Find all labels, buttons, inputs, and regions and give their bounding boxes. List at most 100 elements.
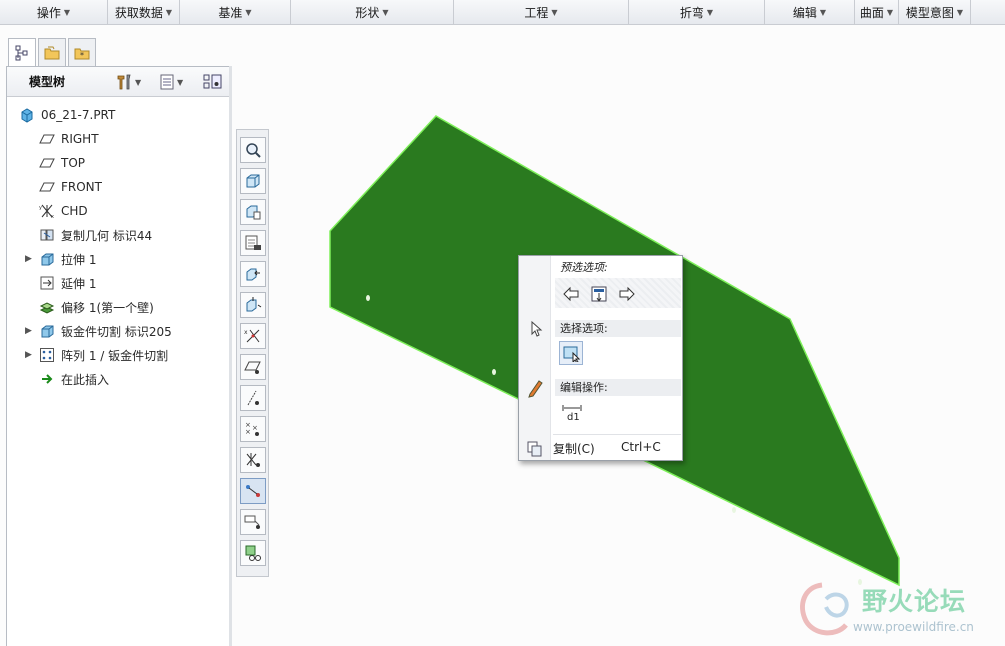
cube-view-icon (246, 174, 260, 188)
ribbon-group-surfaces[interactable]: 曲面 ▼ (855, 0, 899, 25)
ribbon-group-editing[interactable]: 编辑 ▼ (765, 0, 855, 25)
select-options-title: 选择选项: (555, 320, 681, 337)
svg-text:*: * (80, 51, 84, 60)
arrow-left-icon (563, 286, 579, 302)
datum-axis-display-icon (247, 390, 259, 406)
tab-model-tree[interactable] (8, 38, 36, 67)
tree-settings-button[interactable]: ▼ (115, 71, 141, 93)
datum-plane-display-icon (244, 361, 261, 374)
chevron-down-icon: ▼ (382, 8, 389, 17)
reorient-button[interactable] (240, 292, 266, 318)
sheetmetal-cut-icon (39, 323, 55, 339)
tree-node-label: 06_21-7.PRT (41, 108, 116, 122)
zoom-button[interactable] (240, 137, 266, 163)
ribbon-group-engineering[interactable]: 工程 ▼ (454, 0, 629, 25)
chevron-down-icon: ▼ (886, 8, 894, 17)
select-face-button[interactable] (559, 341, 583, 365)
annotation-visibility-icon (244, 515, 260, 529)
ribbon-group-get-data[interactable]: 获取数据 ▼ (108, 0, 180, 25)
layers-camera-icon (245, 235, 261, 250)
annotation-text-display-button[interactable] (240, 509, 266, 535)
tree-columns-icon (203, 74, 222, 89)
datum-plane-icon (39, 131, 55, 147)
layers-button[interactable] (240, 230, 266, 256)
tree-node-label: 偏移 1(第一个壁) (61, 300, 154, 315)
tab-folder-browser[interactable] (38, 38, 66, 66)
tree-node-label: TOP (61, 156, 86, 170)
expand-arrow-icon[interactable]: ▶ (25, 326, 32, 336)
svg-text:y: y (39, 205, 42, 211)
csys-display-button[interactable] (240, 447, 266, 473)
svg-text:×: × (245, 428, 251, 436)
ribbon-group-model-intent[interactable]: 模型意图 ▼ (899, 0, 971, 25)
chevron-down-icon: ▼ (165, 8, 173, 17)
appearance-button[interactable] (240, 540, 266, 566)
tree-node-pattern[interactable]: ▶ 阵列 1 / 钣金件切割 (7, 343, 231, 367)
spin-center-button[interactable]: x (240, 323, 266, 349)
saved-views-button[interactable] (240, 199, 266, 225)
tree-node-top[interactable]: TOP (7, 151, 231, 175)
tree-node-extend[interactable]: 延伸 1 (7, 271, 231, 295)
ribbon-group-bends[interactable]: 折弯 ▼ (629, 0, 765, 25)
bend-relief-mark (366, 295, 370, 301)
folder-browser-icon (44, 46, 60, 59)
model-tree-icon (15, 45, 28, 61)
select-pointer-icon (531, 320, 543, 337)
bend-relief-mark (492, 369, 496, 375)
tree-node-extrude[interactable]: ▶ 拉伸 1 (7, 247, 231, 271)
tree-node-right[interactable]: RIGHT (7, 127, 231, 151)
tree-filter-button[interactable] (203, 71, 223, 93)
tree-node-label: 阵列 1 / 钣金件切割 (61, 348, 169, 363)
expand-arrow-icon[interactable]: ▶ (25, 254, 32, 264)
chevron-down-icon: ▼ (135, 77, 142, 87)
pick-from-list-icon (591, 286, 607, 302)
ribbon-group-shapes[interactable]: 形状 ▼ (291, 0, 454, 25)
copy-shortcut: Ctrl+C (621, 440, 661, 454)
tree-node-label: 钣金件切割 标识205 (61, 324, 172, 339)
tree-node-label: 拉伸 1 (61, 252, 97, 267)
next-button[interactable] (615, 282, 639, 306)
tree-node-sheetmetal-cut[interactable]: ▶ 钣金件切割 标识205 (7, 319, 231, 343)
bend-relief-mark (732, 507, 736, 513)
navigator-tabs: * (8, 38, 96, 67)
svg-text:x: x (51, 214, 54, 219)
tools-icon (117, 74, 131, 90)
tree-node-front[interactable]: FRONT (7, 175, 231, 199)
ribbon-group-label: 曲面 (859, 6, 884, 20)
chevron-down-icon: ▼ (63, 8, 71, 17)
tree-show-button[interactable]: ▼ (159, 71, 183, 93)
annotation-display-button[interactable] (240, 478, 266, 504)
datum-points-display-button[interactable]: × × × (240, 416, 266, 442)
insert-here-arrow-icon (39, 371, 55, 387)
ribbon-group-operations[interactable]: 操作 ▼ (0, 0, 108, 25)
chevron-down-icon: ▼ (706, 8, 714, 17)
tree-node-insert-here[interactable]: 在此插入 (7, 367, 231, 391)
datum-planes-display-button[interactable] (240, 354, 266, 380)
svg-text:x: x (244, 329, 248, 336)
datum-axes-display-button[interactable] (240, 385, 266, 411)
copy-menu-item[interactable]: 复制(C) (553, 440, 595, 457)
repaint-button[interactable] (240, 261, 266, 287)
model-tree-header: 模型树 ▼ ▼ (7, 67, 229, 97)
extend-icon (39, 275, 55, 291)
previous-button[interactable] (559, 282, 583, 306)
ribbon-group-label: 操作 (36, 6, 61, 20)
tab-favorites[interactable]: * (68, 38, 96, 66)
appearance-gallery-icon (245, 545, 261, 561)
ribbon-group-datum[interactable]: 基准 ▼ (180, 0, 291, 25)
pick-from-list-button[interactable] (587, 282, 611, 306)
popup-icon-strip (519, 256, 551, 460)
tree-node-chd[interactable]: yx CHD (7, 199, 231, 223)
tree-node-label: 延伸 1 (61, 276, 97, 291)
coordinate-system-icon: yx (39, 203, 55, 219)
tree-node-copy-geometry[interactable]: 复制几何 标识44 (7, 223, 231, 247)
expand-arrow-icon[interactable]: ▶ (25, 350, 32, 360)
chevron-down-icon: ▼ (245, 8, 252, 17)
view-orientation-button[interactable] (240, 168, 266, 194)
edit-dimensions-button[interactable]: d1 (559, 400, 585, 424)
pattern-icon (39, 347, 55, 363)
csys-display-icon (246, 453, 260, 467)
view-toolbar: x × × × (236, 129, 269, 577)
tree-node-part[interactable]: 06_21-7.PRT (7, 103, 231, 127)
tree-node-offset-wall[interactable]: 偏移 1(第一个壁) (7, 295, 231, 319)
